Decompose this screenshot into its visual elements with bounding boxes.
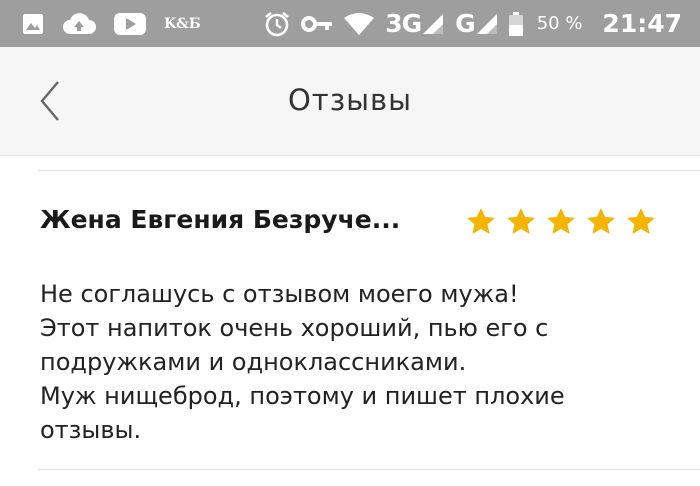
- battery-percent: 50 %: [536, 13, 583, 34]
- signal-g-icon: G: [455, 9, 499, 38]
- clock: 21:47: [602, 9, 682, 38]
- wifi-icon: [343, 12, 375, 36]
- kb-icon: K&Б: [164, 15, 201, 32]
- key-icon: [301, 15, 333, 33]
- alarm-icon: [263, 10, 291, 38]
- signal-3g-icon: 3G: [385, 9, 445, 38]
- review-author: Жена Евгения Безруче...: [40, 205, 401, 234]
- cloud-upload-icon: [62, 12, 96, 36]
- app-header: Отзывы: [0, 47, 700, 156]
- rating-stars: [465, 206, 665, 238]
- review-text: Не соглашусь с отзывом моего мужа! Этот …: [40, 280, 565, 444]
- star-icon: [547, 208, 575, 234]
- star-icon: [467, 208, 495, 234]
- star-icon: [507, 208, 535, 234]
- divider: [38, 170, 700, 171]
- battery-icon: [508, 11, 523, 36]
- star-icon: [627, 208, 655, 234]
- divider: [38, 469, 700, 470]
- star-icon: [587, 208, 615, 234]
- youtube-icon: [114, 12, 146, 35]
- notification-icons: K&Б: [22, 12, 219, 36]
- page-title: Отзывы: [287, 83, 413, 117]
- image-icon: [22, 13, 44, 35]
- system-icons: 3G G 50 % 21:47: [253, 0, 682, 47]
- status-bar: K&Б 3G G 50 % 21:47: [0, 0, 700, 47]
